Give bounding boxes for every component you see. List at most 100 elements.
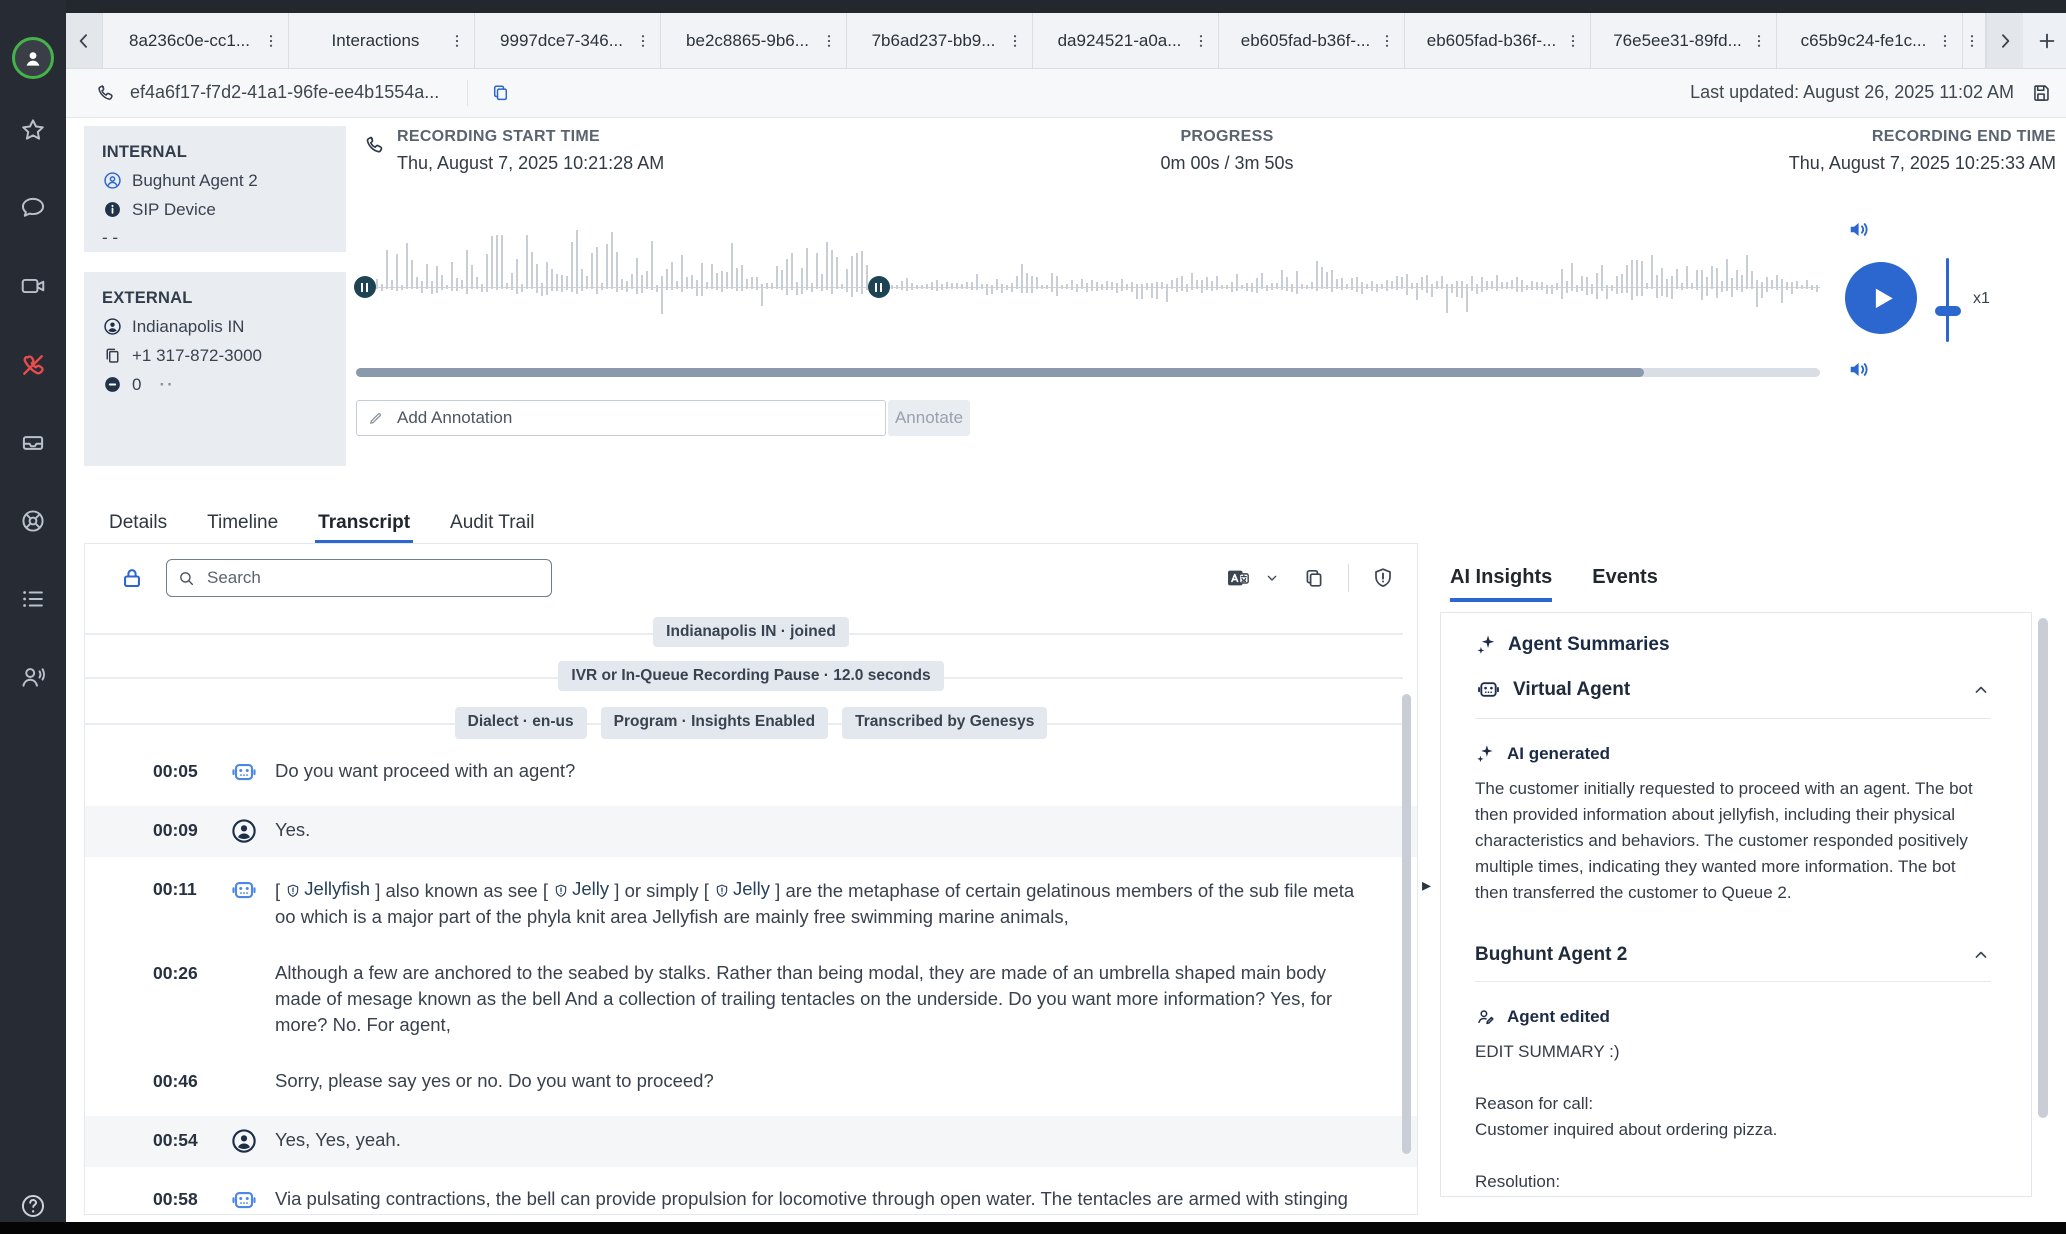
- chevron-down-icon[interactable]: [1264, 570, 1280, 586]
- tab-transcript[interactable]: Transcript: [315, 502, 413, 543]
- waveform-bar: [1166, 284, 1168, 302]
- chevron-up-icon[interactable]: [1971, 945, 1991, 965]
- translate-icon[interactable]: [1220, 565, 1256, 591]
- tab-details[interactable]: Details: [106, 502, 170, 543]
- tabs-scroll-right-button[interactable]: [1986, 13, 2023, 68]
- insights-section-title: Bughunt Agent 2: [1475, 944, 1627, 966]
- copy-transcript-icon[interactable]: [1302, 566, 1326, 590]
- waveform-bar: [1241, 285, 1243, 289]
- new-tab-button[interactable]: [2023, 13, 2066, 68]
- tabs-scroll-left-button[interactable]: [66, 13, 103, 68]
- kebab-icon[interactable]: [820, 32, 838, 50]
- video-icon[interactable]: [19, 272, 47, 300]
- waveform-bar: [1376, 284, 1378, 292]
- message-timestamp[interactable]: 00:09: [153, 817, 201, 843]
- insights-collapse-arrow[interactable]: ▸: [1422, 872, 1438, 898]
- person-icon: [229, 1126, 259, 1156]
- participant-row-menu[interactable]: ··: [159, 375, 174, 395]
- interaction-tab-7[interactable]: eb605fad-b36f-...: [1405, 13, 1591, 68]
- speaker-volume-bottom-icon[interactable]: [1846, 356, 1873, 383]
- annotation-input[interactable]: [395, 407, 875, 429]
- message-timestamp[interactable]: 00:46: [153, 1068, 201, 1094]
- message-timestamp[interactable]: 00:05: [153, 758, 201, 784]
- kebab-icon[interactable]: [1006, 32, 1024, 50]
- waveform-bar: [741, 265, 743, 291]
- topic-chip[interactable]: Jelly: [714, 876, 770, 902]
- playback-speed-handle[interactable]: [1935, 306, 1961, 316]
- kebab-icon[interactable]: [634, 32, 652, 50]
- interaction-tab-3[interactable]: be2c8865-9b6...: [661, 13, 847, 68]
- message-timestamp[interactable]: 00:58: [153, 1186, 201, 1212]
- annotate-button[interactable]: Annotate: [888, 400, 970, 436]
- audio-waveform[interactable]: [356, 224, 1820, 354]
- chat-icon[interactable]: [19, 194, 47, 222]
- waveform-bar: [1271, 283, 1273, 290]
- person-audio-icon[interactable]: [19, 663, 47, 691]
- waveform-bar: [1761, 282, 1763, 298]
- insights-scrollbar[interactable]: [2038, 618, 2048, 1118]
- waveform-bar: [456, 278, 458, 291]
- speaker-volume-top-icon[interactable]: [1846, 216, 1873, 243]
- waveform-bar: [381, 284, 383, 291]
- playback-scrubber[interactable]: [356, 368, 1820, 377]
- topic-chip[interactable]: Jelly: [553, 876, 609, 902]
- interaction-tab-5[interactable]: da924521-a0a...: [1033, 13, 1219, 68]
- user-avatar[interactable]: [12, 37, 54, 79]
- kebab-icon[interactable]: [1564, 32, 1582, 50]
- topic-chip[interactable]: Jellyfish: [285, 876, 370, 902]
- play-button[interactable]: [1845, 262, 1917, 334]
- interaction-tab-6[interactable]: eb605fad-b36f-...: [1219, 13, 1405, 68]
- waveform-bar: [496, 235, 498, 290]
- waveform-marker-start[interactable]: [354, 276, 376, 298]
- waveform-bar: [1636, 260, 1638, 296]
- transcript-message: 00:54Yes, Yes, yeah.: [85, 1116, 1417, 1167]
- interaction-tab-4[interactable]: 7b6ad237-bb9...: [847, 13, 1033, 68]
- waveform-bar: [1731, 278, 1733, 297]
- inbox-icon[interactable]: [19, 429, 47, 457]
- recording-phone-icon: [362, 132, 387, 157]
- interaction-tab-0[interactable]: 8a236c0e-cc1...: [103, 13, 289, 68]
- transcript-search-input[interactable]: [205, 567, 541, 589]
- kebab-icon[interactable]: [448, 32, 466, 50]
- phone-hangup-icon[interactable]: [19, 351, 47, 379]
- interaction-tab-9[interactable]: c65b9c24-fe1c...: [1777, 13, 1963, 68]
- support-wheel-icon[interactable]: [19, 507, 47, 535]
- playback-speed-label[interactable]: x1: [1973, 290, 1990, 308]
- kebab-icon[interactable]: [1192, 32, 1210, 50]
- star-icon[interactable]: [19, 116, 47, 144]
- tab-partial[interactable]: [1963, 13, 1986, 68]
- waveform-bar: [416, 277, 418, 289]
- waveform-bar: [1106, 281, 1108, 290]
- interaction-tab-1[interactable]: Interactions: [289, 13, 475, 68]
- insights-section-header[interactable]: Virtual Agent: [1475, 660, 1991, 719]
- kebab-icon[interactable]: [262, 32, 280, 50]
- chevron-up-icon[interactable]: [1971, 680, 1991, 700]
- kebab-icon[interactable]: [1936, 32, 1954, 50]
- waveform-bar: [1701, 270, 1703, 300]
- message-timestamp[interactable]: 00:54: [153, 1127, 201, 1153]
- waveform-bar: [1201, 280, 1203, 293]
- message-timestamp[interactable]: 00:11: [153, 876, 201, 902]
- help-button[interactable]: [19, 1192, 47, 1220]
- waveform-marker-end[interactable]: [868, 276, 890, 298]
- interaction-tab-8[interactable]: 76e5ee31-89fd...: [1591, 13, 1777, 68]
- insights-tab-events[interactable]: Events: [1592, 566, 1658, 602]
- tab-audit-trail[interactable]: Audit Trail: [447, 502, 537, 543]
- transcript-scrollbar[interactable]: [1402, 694, 1411, 1154]
- playback-speed-slider[interactable]: [1946, 258, 1949, 342]
- interaction-tab-2[interactable]: 9997dce7-346...: [475, 13, 661, 68]
- shield-icon[interactable]: [1371, 566, 1395, 590]
- insights-section-header[interactable]: Bughunt Agent 2: [1475, 928, 1991, 982]
- waveform-bar: [931, 282, 933, 290]
- kebab-icon[interactable]: [1750, 32, 1768, 50]
- waveform-bar: [1606, 285, 1608, 299]
- insights-tab-ai-insights[interactable]: AI Insights: [1450, 566, 1552, 602]
- message-timestamp[interactable]: 00:26: [153, 960, 201, 986]
- kebab-icon[interactable]: [1378, 32, 1396, 50]
- tab-timeline[interactable]: Timeline: [204, 502, 281, 543]
- save-icon[interactable]: [2030, 82, 2052, 104]
- copy-id-button[interactable]: [490, 82, 511, 103]
- waveform-bar: [1536, 282, 1538, 290]
- list-icon[interactable]: [19, 585, 47, 613]
- waveform-bar: [1351, 278, 1353, 290]
